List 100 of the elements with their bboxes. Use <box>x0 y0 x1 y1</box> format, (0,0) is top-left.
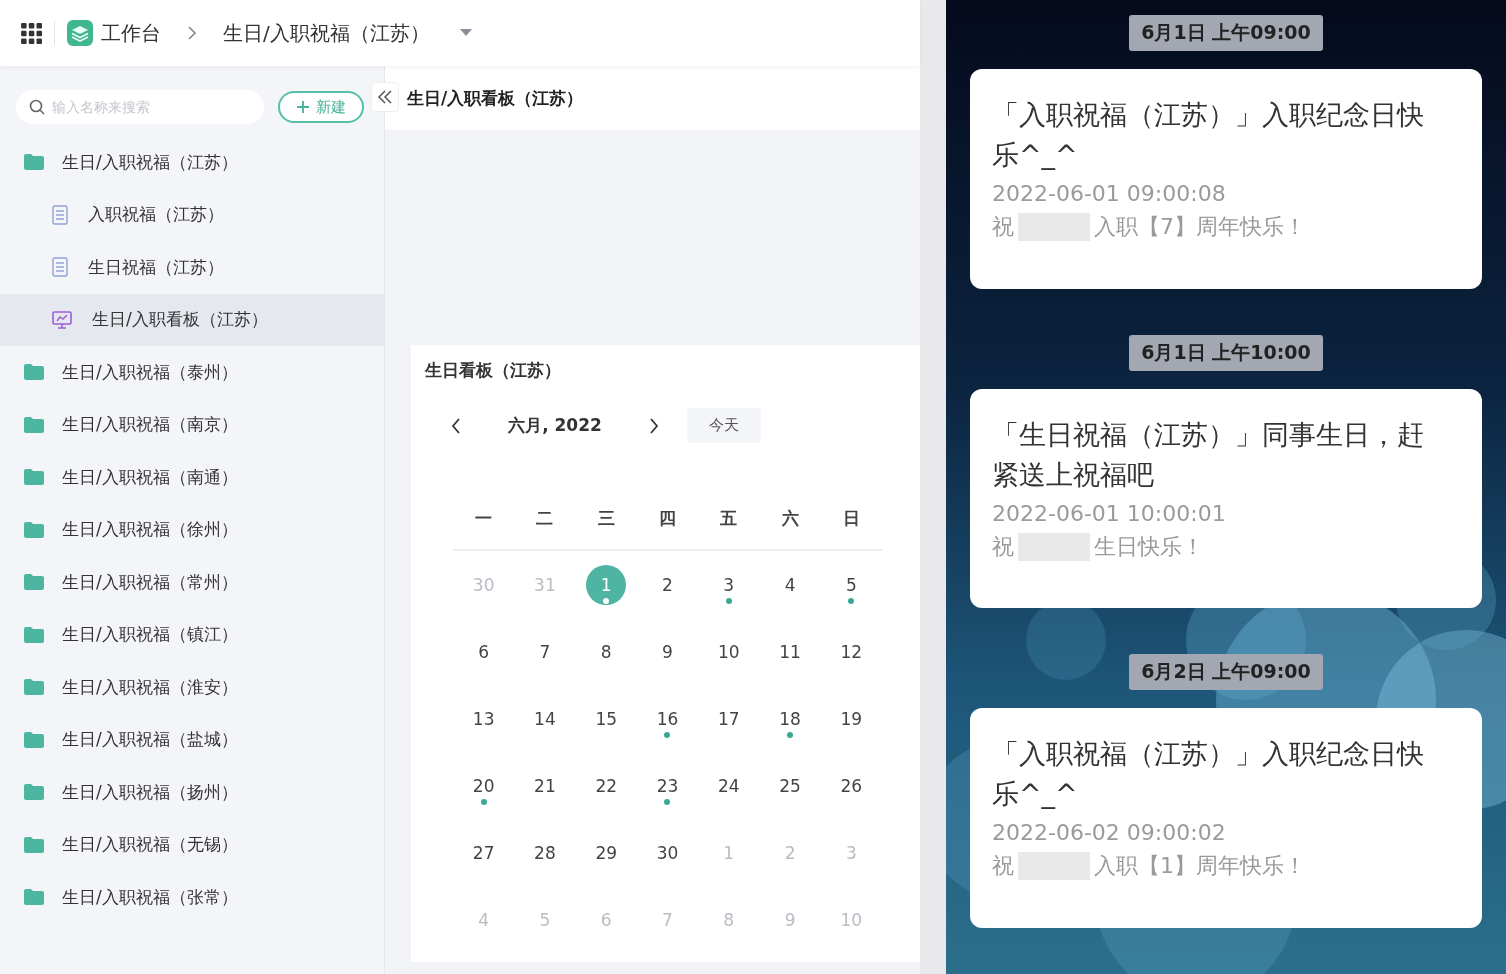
calendar-day[interactable]: 7 <box>524 631 565 672</box>
workspace-link[interactable]: 工作台 <box>101 19 161 47</box>
weekday-label: 四 <box>658 506 677 530</box>
folder-icon <box>24 889 44 906</box>
tree-item[interactable]: 生日/入职祝福（无锡） <box>0 818 384 871</box>
tree-item[interactable]: 生日/入职看板（江苏） <box>0 293 384 346</box>
weekday-label: 一 <box>474 506 494 530</box>
greeting-text: 祝 <box>992 213 1014 241</box>
notification-timestamp: 2022-06-02 09:00:02 <box>992 820 1227 846</box>
calendar-day[interactable]: 27 <box>463 832 504 873</box>
tree-item[interactable]: 生日/入职祝福（徐州） <box>0 503 384 556</box>
notification-time: 6月1日 上午10:00 <box>1129 334 1323 371</box>
notification-message: 生日快乐！ <box>1094 532 1204 561</box>
notification-title: 「入职祝福（江苏）」入职纪念日快乐^_^ <box>992 737 1425 812</box>
calendar-day[interactable]: 26 <box>831 765 872 806</box>
weekday-label: 五 <box>719 506 739 530</box>
calendar-day[interactable]: 22 <box>586 765 627 806</box>
notification-title: 「入职祝福（江苏）」入职纪念日快乐^_^ <box>992 98 1425 172</box>
tree-item[interactable]: 生日/入职祝福（张常） <box>0 871 384 924</box>
folder-icon <box>24 416 44 433</box>
search-field[interactable]: 输入名称来搜索 <box>16 90 264 124</box>
month-label: 六月, 2022 <box>507 414 603 437</box>
calendar-day[interactable]: 9 <box>647 631 688 672</box>
collapse-button[interactable] <box>371 82 399 112</box>
chevron-left-icon <box>451 417 461 434</box>
notification-card[interactable]: 「生日祝福（江苏）」同事生日，赶紧送上祝福吧 2022-06-01 10:00:01 祝 生日快乐！ <box>970 388 1482 609</box>
weekday-label: 日 <box>841 506 861 530</box>
folder-icon <box>24 784 44 801</box>
calendar-title: 生日看板（江苏） <box>425 359 562 382</box>
calendar-day[interactable]: 17 <box>708 698 749 739</box>
folder-icon <box>24 521 44 538</box>
double-chevron-left-icon <box>377 90 393 104</box>
calendar-day[interactable]: 16 <box>647 698 688 739</box>
notification-time: 6月1日 上午09:00 <box>1129 15 1323 51</box>
calendar-day[interactable]: 14 <box>524 698 565 739</box>
calendar-day[interactable]: 8 <box>586 631 627 672</box>
tree-item[interactable]: 生日/入职祝福（泰州） <box>0 346 384 399</box>
folder-icon <box>24 364 44 381</box>
folder-icon <box>24 574 44 591</box>
calendar-day[interactable]: 10 <box>708 631 749 672</box>
greeting-text: 祝 <box>992 532 1014 561</box>
calendar-day[interactable]: 30 <box>647 832 688 873</box>
folder-icon <box>24 469 44 486</box>
calendar-day[interactable]: 28 <box>524 832 565 873</box>
document-icon <box>52 204 68 225</box>
plus-icon <box>296 100 310 114</box>
notification-title: 「生日祝福（江苏）」同事生日，赶紧送上祝福吧 <box>992 417 1425 492</box>
tree-item[interactable]: 生日/入职祝福（江苏） <box>0 136 384 189</box>
dropdown-caret-icon[interactable] <box>459 29 472 37</box>
notification-card[interactable]: 「入职祝福（江苏）」入职纪念日快乐^_^ 2022-06-02 09:00:02 祝 入职【1】周年快乐！ <box>970 708 1482 928</box>
calendar-day[interactable]: 13 <box>463 698 504 739</box>
weekday-label: 六 <box>780 506 800 530</box>
tree-item[interactable]: 生日/入职祝福（扬州） <box>0 766 384 819</box>
page-title: 生日/入职看板（江苏） <box>407 86 584 110</box>
calendar-day[interactable]: 20 <box>463 765 504 806</box>
today-button[interactable]: 今天 <box>687 408 761 443</box>
calendar-day[interactable]: 5 <box>831 564 872 605</box>
notification-timestamp: 2022-06-01 10:00:01 <box>992 500 1227 526</box>
weekday-label: 三 <box>596 506 616 530</box>
tree-item[interactable]: 生日/入职祝福（南京） <box>0 398 384 451</box>
notification-message: 入职【1】周年快乐！ <box>1094 852 1306 881</box>
calendar-day[interactable]: 11 <box>770 631 811 672</box>
tree-item[interactable]: 生日/入职祝福（南通） <box>0 451 384 504</box>
calendar-day[interactable]: 3 <box>708 564 749 605</box>
calendar-day[interactable]: 12 <box>831 631 872 672</box>
calendar-day[interactable]: 4 <box>770 564 811 605</box>
folder-icon <box>24 154 44 171</box>
notification-card[interactable]: 「入职祝福（江苏）」入职纪念日快乐^_^ 2022-06-01 09:00:08 祝 入职【7】周年快乐！ <box>970 69 1482 289</box>
monitor-chart-icon <box>52 309 72 330</box>
weekday-label: 二 <box>535 506 555 530</box>
greeting-text: 祝 <box>992 852 1014 881</box>
document-icon <box>52 257 68 278</box>
notification-message: 入职【7】周年快乐！ <box>1094 213 1306 241</box>
chevron-right-icon <box>187 25 197 41</box>
calendar-day[interactable]: 18 <box>770 698 811 739</box>
calendar-day[interactable]: 29 <box>586 832 627 873</box>
calendar-day[interactable]: 15 <box>586 698 627 739</box>
tree-item[interactable]: 生日/入职祝福（淮安） <box>0 661 384 714</box>
app-grid-icon[interactable] <box>20 22 42 44</box>
tree-item[interactable]: 生日/入职祝福（盐城） <box>0 713 384 766</box>
tree-item[interactable]: 生日/入职祝福（常州） <box>0 556 384 609</box>
tree-item[interactable]: 生日祝福（江苏） <box>0 241 384 294</box>
notification-time: 6月2日 上午09:00 <box>1129 654 1323 691</box>
tree-item[interactable]: 入职祝福（江苏） <box>0 188 384 241</box>
search-icon <box>29 99 45 115</box>
breadcrumb-title[interactable]: 生日/入职祝福（江苏） <box>223 19 430 47</box>
calendar-day[interactable]: 19 <box>831 698 872 739</box>
folder-icon <box>24 731 44 748</box>
calendar-day[interactable]: 25 <box>770 765 811 806</box>
folder-icon <box>24 626 44 643</box>
folder-icon <box>24 679 44 696</box>
calendar-day[interactable]: 23 <box>647 765 688 806</box>
chevron-right-icon <box>649 417 659 434</box>
calendar-day[interactable]: 6 <box>463 631 504 672</box>
folder-icon <box>24 836 44 853</box>
tree-item[interactable]: 生日/入职祝福（镇江） <box>0 608 384 661</box>
calendar-day[interactable]: 2 <box>647 564 688 605</box>
calendar-day[interactable]: 24 <box>708 765 749 806</box>
calendar-day[interactable]: 21 <box>524 765 565 806</box>
notification-timestamp: 2022-06-01 09:00:08 <box>992 181 1227 206</box>
